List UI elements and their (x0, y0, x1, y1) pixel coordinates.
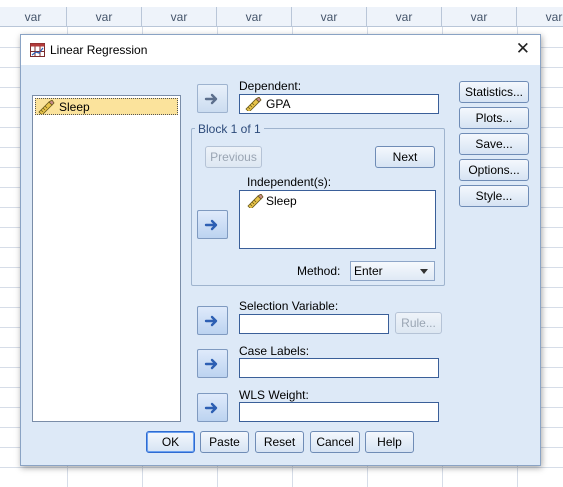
move-to-wls-weight-button[interactable] (197, 393, 228, 422)
independents-list[interactable]: Sleep (239, 190, 436, 249)
linear-regression-app-icon (30, 43, 45, 57)
variable-item-sleep[interactable]: Sleep (35, 98, 178, 115)
dependent-value: GPA (266, 97, 291, 111)
dialog-title: Linear Regression (50, 43, 148, 57)
linear-regression-dialog: Linear Regression ✕ Sleep Dependent: GPA… (20, 34, 541, 466)
ruler-pencil-icon (38, 100, 55, 114)
wls-weight-label: WLS Weight: (239, 388, 309, 402)
column-header[interactable]: var (142, 7, 217, 27)
previous-button[interactable]: Previous (205, 146, 262, 168)
column-header[interactable]: var (217, 7, 292, 27)
options-button[interactable]: Options... (459, 159, 529, 181)
arrow-right-icon (204, 402, 218, 414)
reset-button[interactable]: Reset (255, 431, 304, 453)
arrow-right-icon (204, 315, 218, 327)
move-to-case-labels-button[interactable] (197, 349, 228, 378)
column-header[interactable]: var (367, 7, 442, 27)
method-select[interactable]: Enter (350, 261, 435, 281)
column-header[interactable]: var (292, 7, 367, 27)
column-header[interactable]: var (0, 7, 67, 27)
chevron-down-icon (420, 269, 428, 274)
independent-item-sleep[interactable]: Sleep (266, 194, 297, 208)
column-header[interactable]: var (517, 7, 563, 27)
rule-button[interactable]: Rule... (395, 312, 442, 334)
save-button[interactable]: Save... (459, 133, 529, 155)
variable-name: Sleep (59, 100, 90, 114)
cancel-button[interactable]: Cancel (310, 431, 360, 453)
arrow-right-icon (204, 358, 218, 370)
move-to-dependent-button[interactable] (197, 84, 228, 113)
arrow-right-icon (204, 93, 218, 105)
wls-weight-field[interactable] (239, 402, 439, 422)
title-bar[interactable]: Linear Regression ✕ (21, 35, 540, 65)
method-label: Method: (297, 264, 341, 278)
column-header[interactable]: var (67, 7, 142, 27)
statistics-button[interactable]: Statistics... (459, 81, 529, 103)
arrow-right-icon (204, 219, 218, 231)
selection-variable-label: Selection Variable: (239, 299, 339, 313)
plots-button[interactable]: Plots... (459, 107, 529, 129)
dependent-label: Dependent: (239, 79, 302, 93)
help-button[interactable]: Help (365, 431, 414, 453)
ok-button[interactable]: OK (146, 431, 195, 453)
case-labels-field[interactable] (239, 358, 439, 378)
style-button[interactable]: Style... (459, 185, 529, 207)
column-header[interactable]: var (442, 7, 517, 27)
ruler-pencil-icon (245, 97, 262, 111)
move-to-independents-button[interactable] (197, 210, 228, 239)
selection-variable-field[interactable] (239, 314, 389, 334)
move-to-selection-button[interactable] (197, 306, 228, 335)
grid-line (0, 467, 563, 468)
dependent-field[interactable]: GPA (239, 94, 439, 114)
method-value: Enter (354, 264, 383, 278)
next-button[interactable]: Next (375, 146, 435, 168)
close-icon[interactable]: ✕ (516, 39, 530, 59)
paste-button[interactable]: Paste (200, 431, 249, 453)
block-title: Block 1 of 1 (195, 122, 264, 136)
variable-list[interactable]: Sleep (32, 95, 181, 422)
independents-label: Independent(s): (247, 175, 332, 189)
case-labels-label: Case Labels: (239, 344, 310, 358)
ruler-pencil-icon (247, 194, 264, 208)
